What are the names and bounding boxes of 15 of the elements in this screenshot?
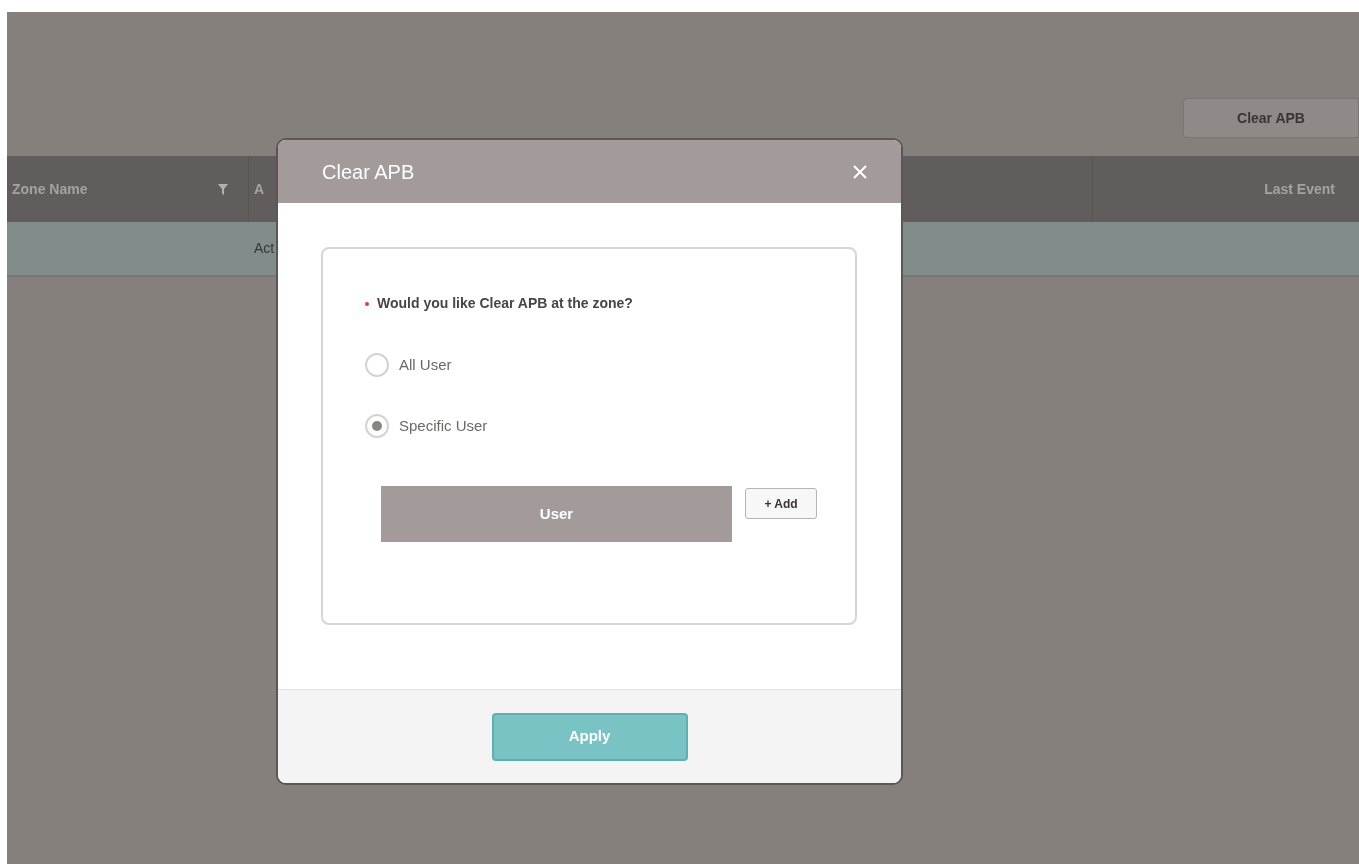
column-header: Last Event	[1263, 179, 1335, 199]
question-label: Would you like Clear APB at the zone?	[377, 294, 633, 313]
close-icon[interactable]	[853, 164, 867, 179]
dialog-title: Clear APB	[322, 159, 415, 185]
table-cell-text: Act	[254, 239, 275, 258]
radio-button[interactable]	[365, 353, 389, 377]
column-header: A	[253, 179, 265, 199]
radio-option[interactable]: Specific User	[365, 414, 488, 438]
user-table-header: User	[381, 486, 732, 542]
clear-apb-button[interactable]: Clear APB	[1183, 98, 1359, 138]
column-header: Zone Name	[11, 179, 88, 199]
filter-icon[interactable]	[218, 183, 228, 195]
add-button[interactable]: + Add	[745, 488, 817, 519]
radio-option[interactable]: All User	[365, 353, 452, 377]
radio-button[interactable]	[365, 414, 389, 438]
